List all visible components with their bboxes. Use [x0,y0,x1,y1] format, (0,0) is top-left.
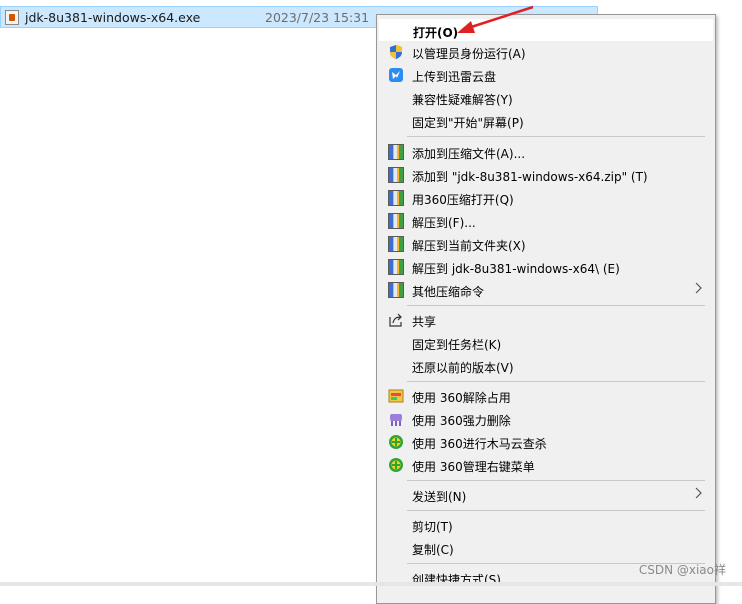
menu-item-open-with-360zip[interactable]: 用360压缩打开(Q) [379,187,713,209]
archive-icon [388,213,404,229]
menu-item-run-as-admin[interactable]: 以管理员身份运行(A) [379,41,713,63]
archive-icon [388,167,404,183]
share-icon [389,313,402,327]
menu-item-label: 固定到任务栏(K) [412,338,502,352]
menu-item-other-compress-commands[interactable]: 其他压缩命令 [379,279,713,301]
shield-icon [390,45,402,59]
archive-icon [388,282,404,298]
menu-item-label: 以管理员身份运行(A) [412,47,526,61]
menu-item-send-to[interactable]: 发送到(N) [379,484,713,506]
menu-item-label: 共享 [412,315,437,329]
menu-item-pin-taskbar[interactable]: 固定到任务栏(K) [379,332,713,354]
watermark: CSDN @xiao祥 [638,563,726,577]
menu-item-share[interactable]: 共享 [379,309,713,331]
menu-item-extract-here[interactable]: 解压到当前文件夹(X) [379,233,713,255]
menu-item-label: 固定到"开始"屏幕(P) [412,116,524,130]
chevron-right-icon [695,487,702,499]
chevron-right-icon [695,282,702,294]
menu-item-label: 上传到迅雷云盘 [412,70,497,84]
menu-item-cut[interactable]: 剪切(T) [379,514,713,536]
context-menu: 打开(O) 以管理员身份运行(A) 上传到迅雷云盘 兼容性疑难解答(Y) 固定到… [376,14,716,604]
menu-item-label: 其他压缩命令 [412,285,485,299]
menu-item-360-unlock[interactable]: 使用 360解除占用 [379,385,713,407]
menu-item-label: 解压到当前文件夹(X) [412,239,526,253]
bottom-strip [0,582,742,586]
menu-item-label: 用360压缩打开(Q) [412,193,514,207]
menu-item-restore-versions[interactable]: 还原以前的版本(V) [379,355,713,377]
menu-item-open[interactable]: 打开(O) [379,19,713,41]
annotation-arrow [457,5,534,33]
archive-icon [388,236,404,252]
menu-separator [407,305,705,306]
menu-item-label: 解压到 jdk-8u381-windows-x64\ (E) [412,262,620,276]
shred-360-icon [390,414,402,426]
menu-item-label: 打开(O) [413,26,459,40]
file-date: 2023/7/23 15:31 [265,10,370,25]
menu-item-compat-troubleshoot[interactable]: 兼容性疑难解答(Y) [379,87,713,109]
archive-icon [388,259,404,275]
menu-item-label: 使用 360进行木马云查杀 [412,437,547,451]
menu-item-extract-to[interactable]: 解压到(F)... [379,210,713,232]
menu-item-copy[interactable]: 复制(C) [379,537,713,559]
menu-item-360-trojan-scan[interactable]: 使用 360进行木马云查杀 [379,431,713,453]
scan-360-icon [389,435,403,449]
menu-item-label: 复制(C) [412,543,454,557]
file-name: jdk-8u381-windows-x64.exe [25,10,201,25]
menu-item-pin-start[interactable]: 固定到"开始"屏幕(P) [379,110,713,132]
menu-item-label: 兼容性疑难解答(Y) [412,93,513,107]
menu-separator [407,510,705,511]
menu-item-extract-to-folder[interactable]: 解压到 jdk-8u381-windows-x64\ (E) [379,256,713,278]
menu-item-add-to-archive[interactable]: 添加到压缩文件(A)... [379,141,713,163]
archive-icon [388,190,404,206]
exe-file-icon [5,10,19,25]
menu-separator [407,381,705,382]
manage-360-icon [389,458,403,472]
menu-item-add-to-zip[interactable]: 添加到 "jdk-8u381-windows-x64.zip" (T) [379,164,713,186]
menu-item-label: 添加到 "jdk-8u381-windows-x64.zip" (T) [412,170,648,184]
menu-item-label: 解压到(F)... [412,216,476,230]
menu-item-360-force-delete[interactable]: 使用 360强力删除 [379,408,713,430]
unlock-360-icon [388,389,404,403]
menu-separator [407,136,705,137]
menu-item-360-manage-menu[interactable]: 使用 360管理右键菜单 [379,454,713,476]
archive-icon [388,144,404,160]
menu-item-label: 添加到压缩文件(A)... [412,147,526,161]
menu-item-label: 使用 360强力删除 [412,414,511,428]
menu-item-label: 使用 360管理右键菜单 [412,460,535,474]
menu-item-upload-thunder[interactable]: 上传到迅雷云盘 [379,64,713,86]
thunder-cloud-icon [389,68,403,82]
menu-item-label: 剪切(T) [412,520,453,534]
menu-separator [407,480,705,481]
menu-item-label: 发送到(N) [412,490,467,504]
menu-item-label: 还原以前的版本(V) [412,361,514,375]
menu-item-label: 使用 360解除占用 [412,391,511,405]
